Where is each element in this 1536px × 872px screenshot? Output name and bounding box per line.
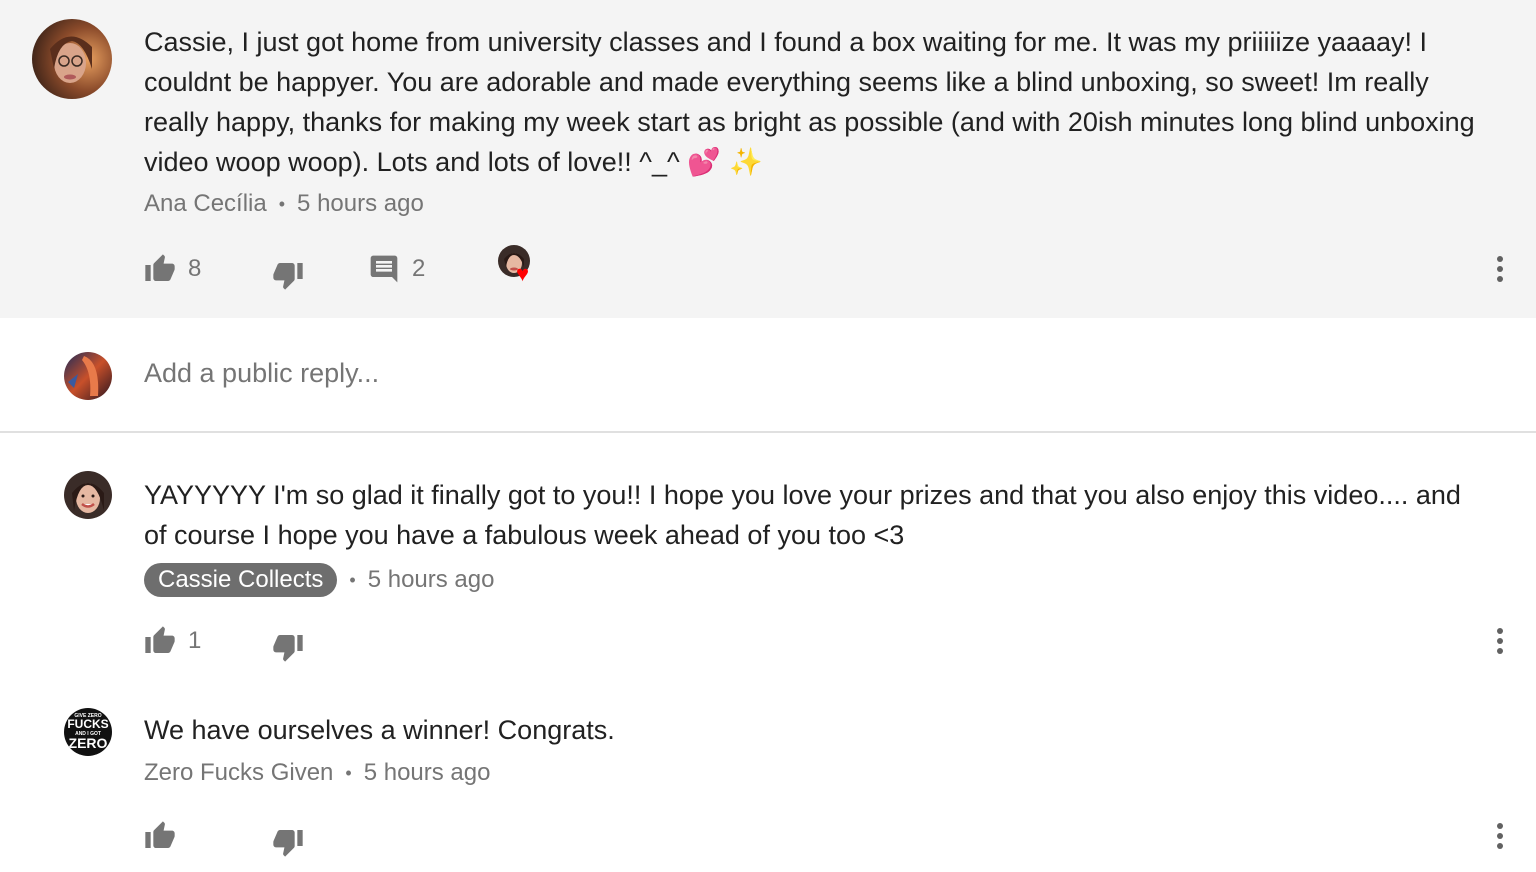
emoji-hearts-sparkles: 💕 ✨ [687, 147, 763, 178]
more-options-button[interactable] [1490, 816, 1510, 856]
reply-input-row [0, 318, 1536, 433]
comment-text: Cassie, I just got home from university … [144, 27, 1475, 178]
timestamp[interactable]: 5 hours ago [364, 759, 491, 787]
more-vert-icon [1497, 256, 1503, 282]
comment-meta: Cassie Collects • 5 hours ago [144, 563, 494, 597]
avatar-ana-cecilia[interactable] [32, 19, 112, 99]
comment-creator-reply: YAYYYYY I'm so glad it finally got to yo… [0, 433, 1536, 668]
creator-author-badge[interactable]: Cassie Collects [144, 563, 338, 597]
thumbs-up-icon [145, 626, 175, 653]
dislike-button[interactable] [272, 627, 304, 667]
timestamp[interactable]: 5 hours ago [368, 566, 495, 594]
like-count: 1 [188, 627, 202, 654]
like-count: 8 [188, 255, 202, 282]
thumbs-down-icon [273, 830, 303, 857]
more-options-button[interactable] [1490, 249, 1510, 289]
heart-icon: ♥ [516, 261, 530, 286]
thumbs-up-icon [145, 254, 175, 281]
avatar-zero-fucks-given[interactable]: GIVE ZERO FUCKS AND I GOT ZERO [64, 708, 112, 756]
comment-zero-fucks-given: GIVE ZERO FUCKS AND I GOT ZERO We have o… [0, 668, 1536, 872]
author-name[interactable]: Ana Cecília [144, 190, 267, 218]
comment-text: We have ourselves a winner! Congrats. [144, 715, 615, 745]
comment-actions: 8 2 ♥ [144, 245, 1510, 290]
comment-meta: Zero Fucks Given • 5 hours ago [144, 759, 491, 787]
comment-actions: 1 [144, 621, 1510, 662]
comment-highlighted: Cassie, I just got home from university … [0, 0, 1536, 318]
thumbs-down-icon [273, 635, 303, 662]
thumbs-up-icon [145, 821, 175, 848]
avatar-text-fucks: FUCKS [67, 717, 108, 731]
avatar-text-zero: ZERO [69, 735, 108, 751]
timestamp[interactable]: 5 hours ago [297, 190, 424, 218]
more-vert-icon [1497, 823, 1503, 849]
reply-count: 2 [412, 255, 426, 282]
thumbs-down-icon [273, 263, 303, 290]
comment-meta: Ana Cecília • 5 hours ago [144, 190, 424, 218]
like-button[interactable]: 8 [144, 249, 201, 289]
dislike-button[interactable] [272, 255, 304, 295]
avatar-cassie-collects[interactable] [64, 471, 112, 519]
reply-count-button[interactable]: 2 [368, 249, 425, 289]
current-user-avatar [64, 352, 112, 400]
dislike-button[interactable] [272, 822, 304, 862]
like-button[interactable]: 1 [144, 621, 201, 661]
comment-actions [144, 816, 1510, 857]
author-name[interactable]: Zero Fucks Given [144, 759, 333, 787]
more-options-button[interactable] [1490, 621, 1510, 661]
comment-text: YAYYYYY I'm so glad it finally got to yo… [144, 480, 1461, 550]
comment-icon [370, 255, 398, 283]
reply-input[interactable] [144, 358, 1444, 389]
like-button[interactable] [144, 816, 176, 856]
more-vert-icon [1497, 628, 1503, 654]
creator-heart: ♥ [498, 245, 542, 289]
